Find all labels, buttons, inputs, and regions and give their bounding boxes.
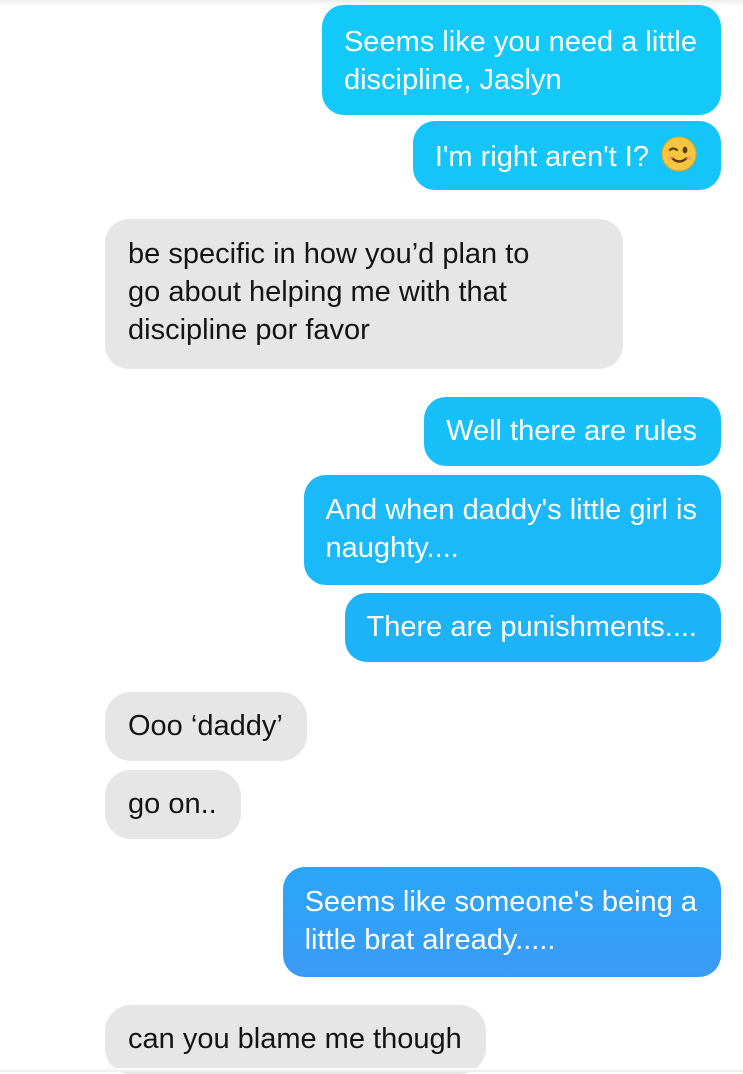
- message-text-line: discipline, Jaslyn: [343, 64, 562, 96]
- message-text-line: Seems like someone's being a: [304, 886, 697, 918]
- message-text: Well there are rules: [446, 415, 697, 447]
- message-text-line: discipline por favor: [128, 314, 370, 346]
- received-message-bubble[interactable]: go on..: [105, 770, 241, 839]
- message-text: There are punishments....: [366, 611, 697, 643]
- received-message-bubble[interactable]: can you blame me though: [105, 1005, 486, 1074]
- message-text-line: naughty....: [325, 532, 459, 564]
- received-message-bubble[interactable]: be specific in how you’d plan to go abou…: [105, 219, 623, 369]
- sent-message-bubble[interactable]: There are punishments....: [344, 593, 721, 662]
- message-text: I'm right aren't I?: [434, 141, 649, 173]
- message-text-line: Seems like you need a little: [343, 26, 697, 58]
- bottom-edge: [0, 1068, 743, 1072]
- message-text-line: And when daddy's little girl is: [325, 494, 697, 526]
- message-text: go on..: [128, 788, 217, 820]
- winking-face-icon: [661, 136, 697, 182]
- sent-message-bubble[interactable]: And when daddy's little girl is naughty.…: [303, 475, 721, 585]
- received-message-bubble[interactable]: Ooo ‘daddy’: [105, 692, 307, 761]
- message-text: Ooo ‘daddy’: [128, 710, 283, 742]
- sent-message-bubble[interactable]: Well there are rules: [424, 397, 721, 466]
- message-text-line: little brat already.....: [304, 924, 556, 956]
- message-text-line: be specific in how you’d plan to: [128, 238, 530, 270]
- message-text: can you blame me though: [128, 1023, 462, 1055]
- sent-message-bubble[interactable]: Seems like someone's being a little brat…: [282, 867, 721, 977]
- message-text-line: go about helping me with that: [128, 276, 507, 308]
- sent-message-bubble[interactable]: I'm right aren't I?: [412, 121, 721, 190]
- sent-message-bubble[interactable]: Seems like you need a little discipline,…: [321, 5, 721, 115]
